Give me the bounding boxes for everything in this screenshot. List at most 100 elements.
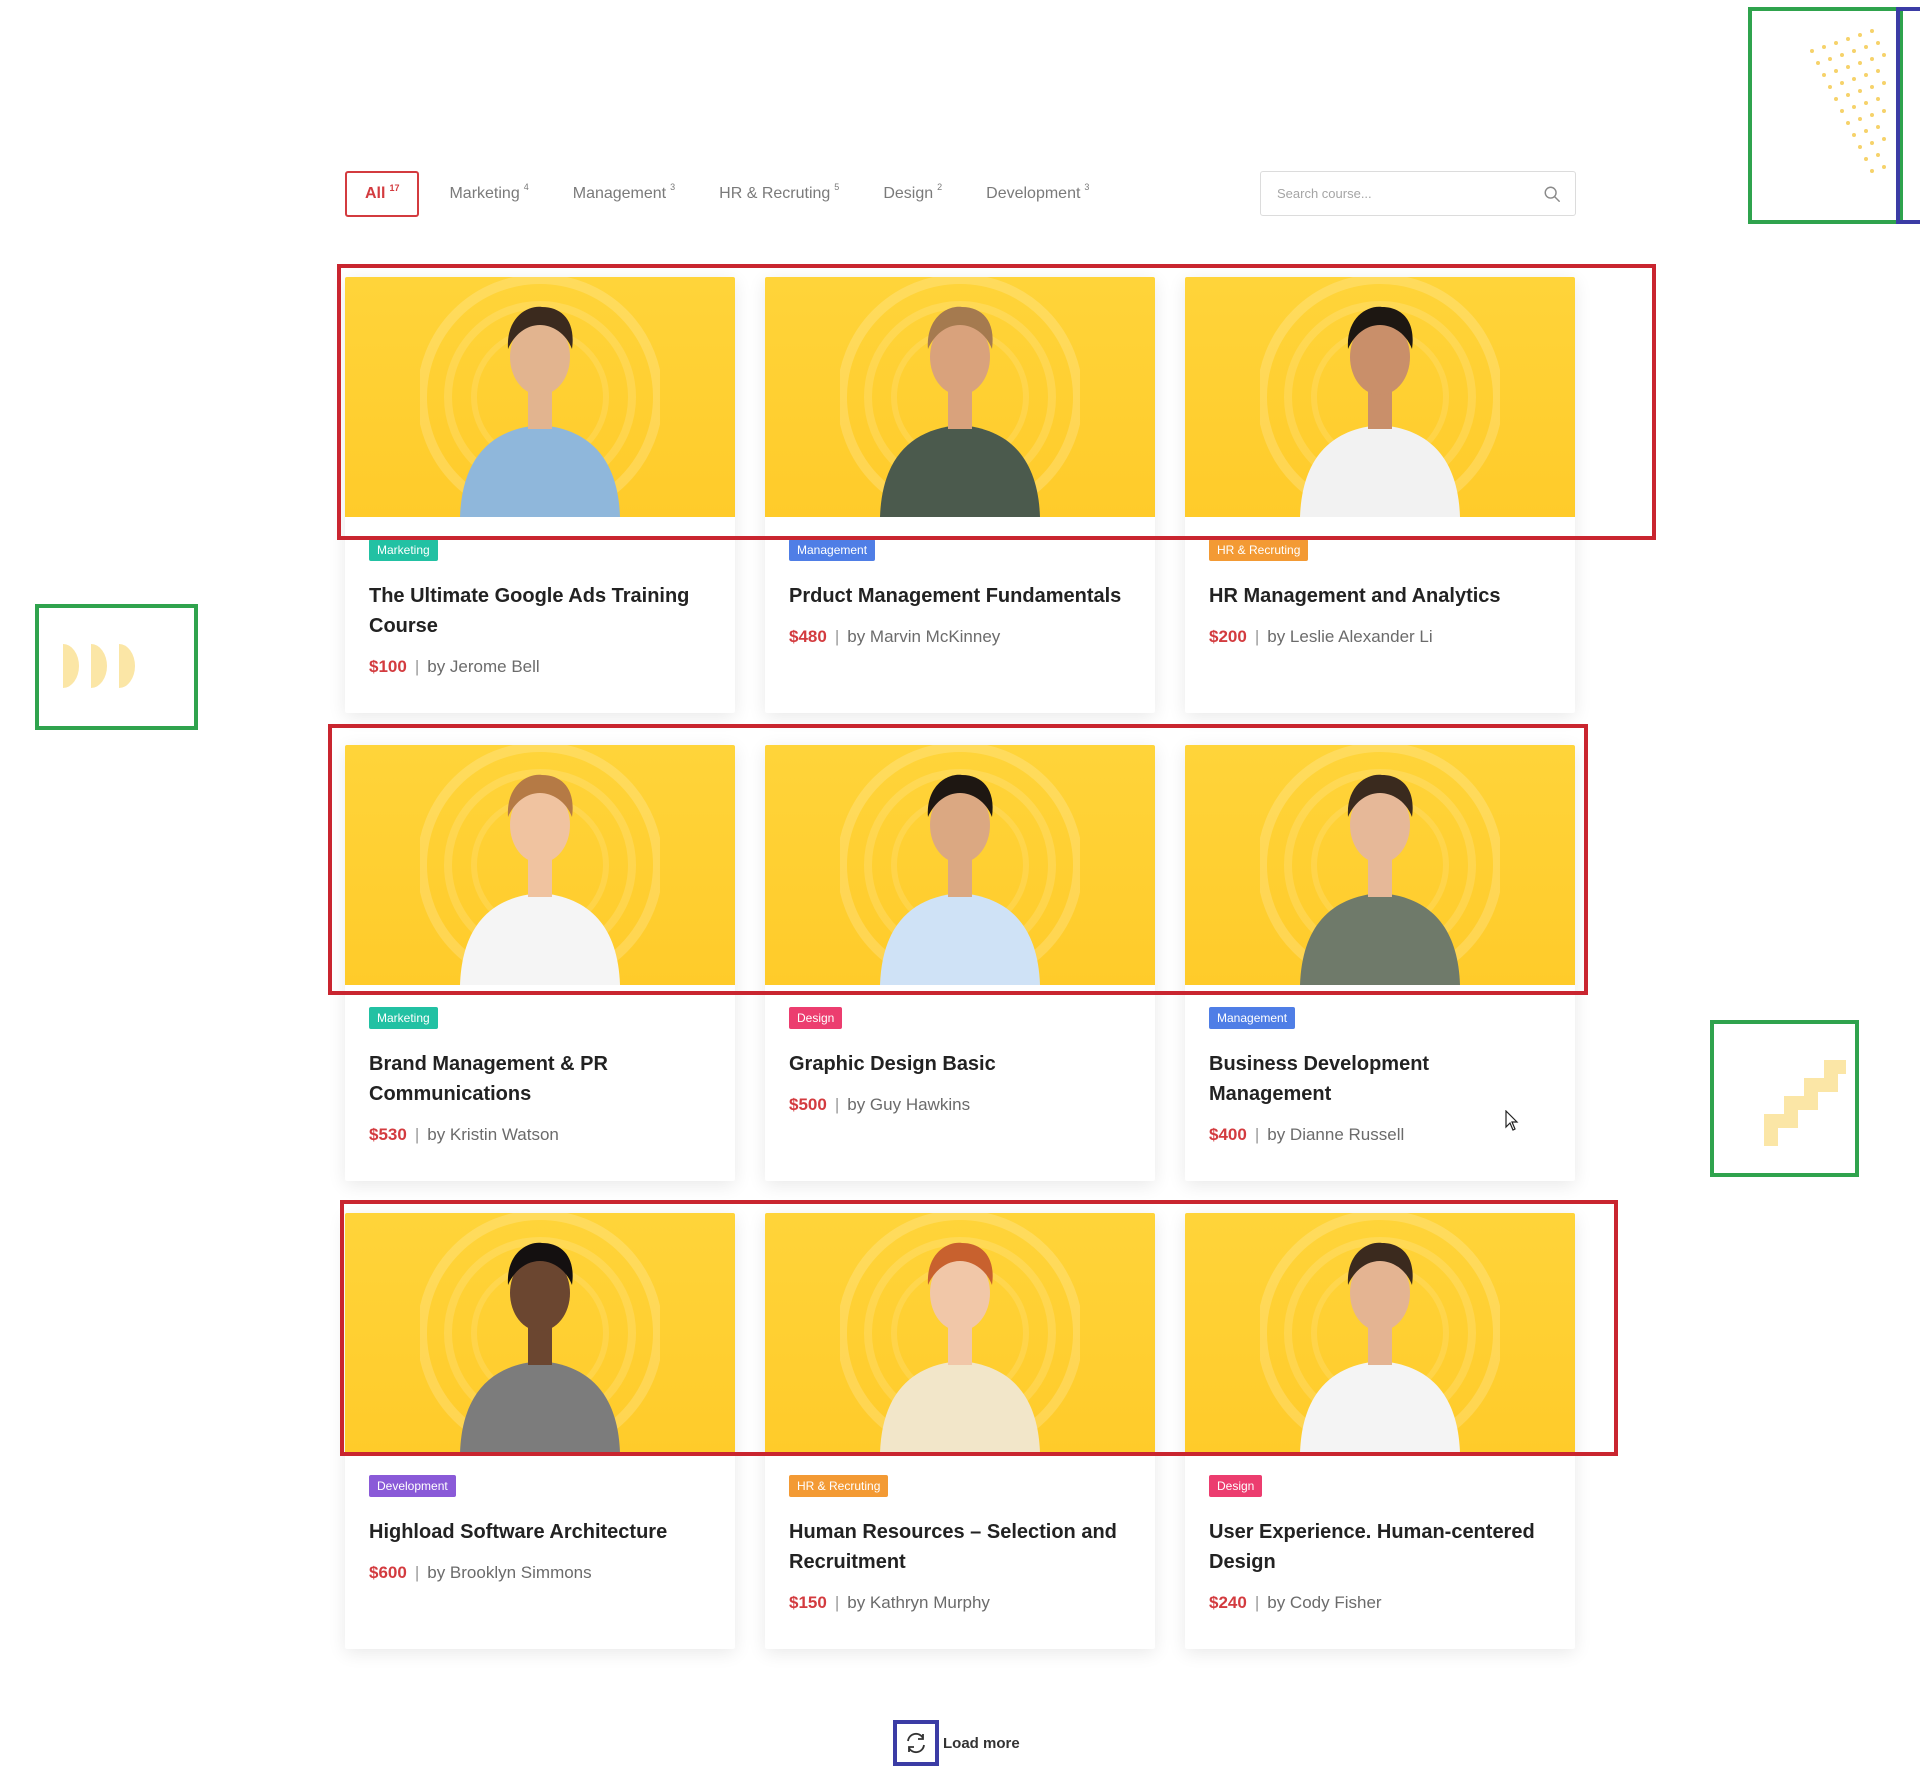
stairs-icon — [1764, 1060, 1846, 1146]
instructor-photo — [460, 774, 620, 985]
filter-tab-marketing[interactable]: Marketing 4 — [447, 171, 530, 217]
filter-label: Design — [883, 185, 934, 202]
course-author: by Kathryn Murphy — [847, 1593, 990, 1612]
course-title[interactable]: Human Resources – Selection and Recruitm… — [789, 1517, 1131, 1577]
course-meta: $600 | by Brooklyn Simmons — [369, 1563, 711, 1583]
search-icon[interactable] — [1543, 185, 1561, 203]
category-tag[interactable]: Management — [789, 539, 876, 561]
filter-tab-design[interactable]: Design 2 — [881, 171, 944, 217]
course-title[interactable]: Brand Management & PR Communications — [369, 1049, 711, 1109]
category-tag[interactable]: HR & Recruting — [789, 1475, 889, 1497]
meta-separator: | — [834, 1593, 840, 1612]
filter-tab-management[interactable]: Management 3 — [571, 171, 677, 217]
meta-separator: | — [1254, 1593, 1260, 1612]
course-author: by Cody Fisher — [1267, 1593, 1382, 1612]
play-arrows-icon — [63, 644, 135, 688]
course-card[interactable]: Marketing The Ultimate Google Ads Traini… — [345, 277, 735, 713]
instructor-photo — [880, 774, 1040, 985]
course-meta: $200 | by Leslie Alexander Li — [1209, 627, 1551, 647]
category-tag[interactable]: Management — [1209, 1007, 1296, 1029]
meta-separator: | — [1254, 627, 1260, 646]
course-title[interactable]: The Ultimate Google Ads Training Course — [369, 581, 711, 641]
instructor-photo — [460, 1242, 620, 1453]
course-author: by Dianne Russell — [1267, 1125, 1405, 1144]
filter-label: HR & Recruting — [719, 185, 831, 202]
load-more-button[interactable]: Load more — [893, 1720, 1020, 1766]
course-price: $240 — [1209, 1593, 1247, 1612]
course-card[interactable]: Design User Experience. Human-centered D… — [1185, 1213, 1575, 1649]
course-author: by Jerome Bell — [427, 657, 540, 676]
course-thumbnail[interactable] — [765, 745, 1155, 985]
instructor-photo — [1300, 306, 1460, 517]
category-tag[interactable]: Design — [1209, 1475, 1263, 1497]
course-author: by Brooklyn Simmons — [427, 1563, 592, 1582]
course-thumbnail[interactable] — [345, 745, 735, 985]
category-tag[interactable]: Development — [369, 1475, 456, 1497]
course-card-body: Design User Experience. Human-centered D… — [1185, 1453, 1575, 1637]
course-price: $100 — [369, 657, 407, 676]
filter-label: All — [365, 185, 386, 202]
edge-highlight-box — [1896, 7, 1920, 224]
course-price: $530 — [369, 1125, 407, 1144]
instructor-photo — [880, 1242, 1040, 1453]
course-card-body: Management Business Development Manageme… — [1185, 985, 1575, 1169]
course-card[interactable]: Design Graphic Design Basic $500 | by Gu… — [765, 745, 1155, 1181]
course-thumbnail[interactable] — [1185, 1213, 1575, 1453]
filter-count: 5 — [834, 182, 840, 192]
category-tag[interactable]: HR & Recruting — [1209, 539, 1309, 561]
course-card[interactable]: HR & Recruting HR Management and Analyti… — [1185, 277, 1575, 713]
course-card-body: Management Prduct Management Fundamental… — [765, 517, 1155, 671]
course-author: by Marvin McKinney — [847, 627, 1001, 646]
course-thumbnail[interactable] — [345, 277, 735, 517]
course-thumbnail[interactable] — [1185, 745, 1575, 985]
meta-separator: | — [834, 627, 840, 646]
category-tag[interactable]: Design — [789, 1007, 843, 1029]
course-title[interactable]: User Experience. Human-centered Design — [1209, 1517, 1551, 1577]
filter-count: 17 — [389, 183, 400, 193]
course-title[interactable]: Business Development Management — [1209, 1049, 1551, 1109]
instructor-photo — [460, 306, 620, 517]
course-card[interactable]: Management Prduct Management Fundamental… — [765, 277, 1155, 713]
course-author: by Guy Hawkins — [847, 1095, 971, 1114]
meta-separator: | — [414, 1125, 420, 1144]
instructor-photo — [1300, 1242, 1460, 1453]
load-more-label: Load more — [943, 1734, 1020, 1752]
course-thumbnail[interactable] — [1185, 277, 1575, 517]
course-price: $480 — [789, 627, 827, 646]
course-price: $600 — [369, 1563, 407, 1582]
search-input[interactable] — [1275, 185, 1543, 202]
category-tag[interactable]: Marketing — [369, 1007, 438, 1029]
course-card-body: Marketing Brand Management & PR Communic… — [345, 985, 735, 1169]
course-card-body: Marketing The Ultimate Google Ads Traini… — [345, 517, 735, 701]
course-title[interactable]: Prduct Management Fundamentals — [789, 581, 1131, 611]
filter-tab-development[interactable]: Development 3 — [984, 171, 1091, 217]
course-author: by Leslie Alexander Li — [1267, 627, 1433, 646]
course-meta: $400 | by Dianne Russell — [1209, 1125, 1551, 1145]
course-title[interactable]: Graphic Design Basic — [789, 1049, 1131, 1079]
course-card[interactable]: HR & Recruting Human Resources – Selecti… — [765, 1213, 1155, 1649]
course-price: $200 — [1209, 627, 1247, 646]
filter-label: Development — [986, 185, 1081, 202]
course-thumbnail[interactable] — [345, 1213, 735, 1453]
course-title[interactable]: Highload Software Architecture — [369, 1517, 711, 1547]
category-filter-bar: All 17 Marketing 4 Management 3 HR & Recrut… — [345, 171, 1131, 217]
filter-tab-hr-recruting[interactable]: HR & Recruting 5 — [717, 171, 841, 217]
course-card-body: HR & Recruting Human Resources – Selecti… — [765, 1453, 1155, 1637]
category-tag[interactable]: Marketing — [369, 539, 438, 561]
course-thumbnail[interactable] — [765, 1213, 1155, 1453]
meta-separator: | — [834, 1095, 840, 1114]
meta-separator: | — [414, 1563, 420, 1582]
filter-tab-all[interactable]: All 17 — [345, 171, 420, 217]
dots-pattern-icon — [1810, 29, 1886, 173]
course-author: by Kristin Watson — [427, 1125, 559, 1144]
course-meta: $500 | by Guy Hawkins — [789, 1095, 1131, 1115]
filter-count: 4 — [523, 182, 529, 192]
course-card[interactable]: Development Highload Software Architectu… — [345, 1213, 735, 1649]
refresh-icon[interactable] — [893, 1720, 939, 1766]
course-thumbnail[interactable] — [765, 277, 1155, 517]
course-card[interactable]: Marketing Brand Management & PR Communic… — [345, 745, 735, 1181]
course-title[interactable]: HR Management and Analytics — [1209, 581, 1551, 611]
course-price: $500 — [789, 1095, 827, 1114]
course-meta: $530 | by Kristin Watson — [369, 1125, 711, 1145]
course-price: $150 — [789, 1593, 827, 1612]
